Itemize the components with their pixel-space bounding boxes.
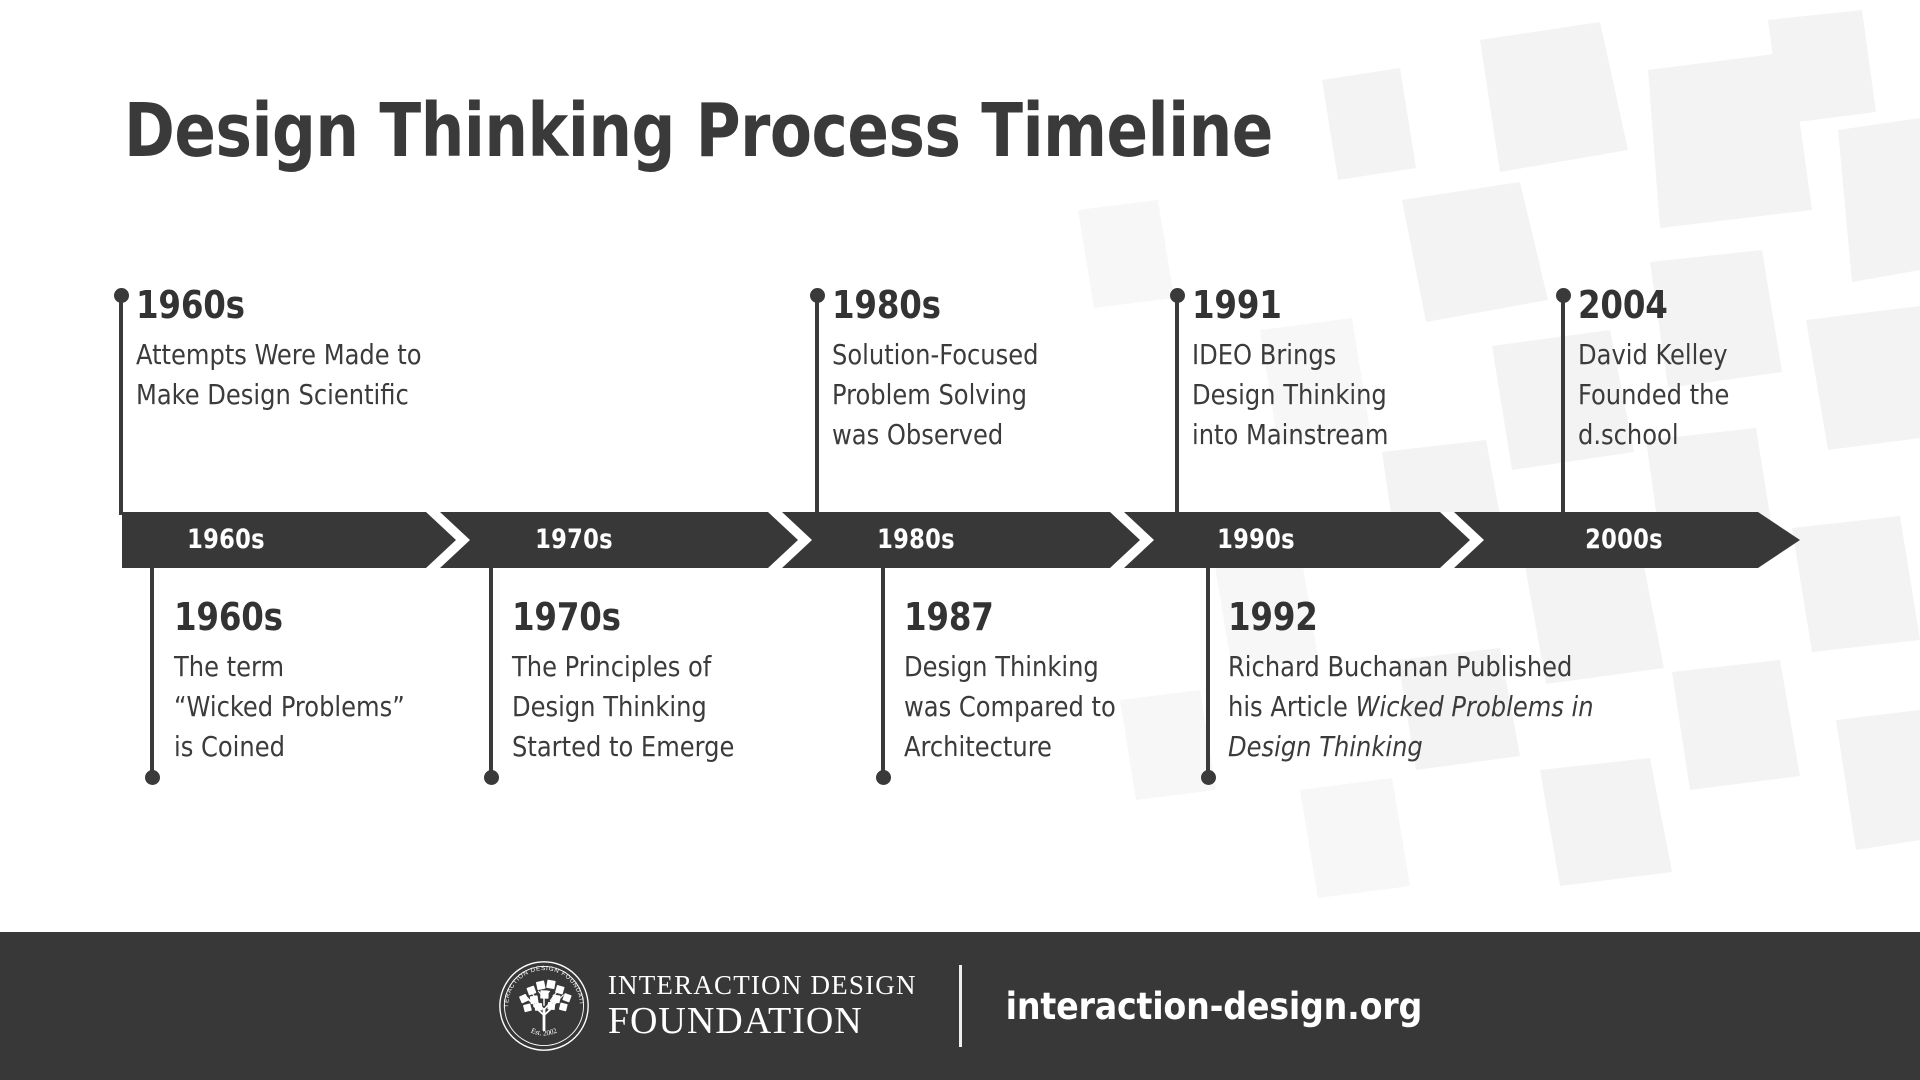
timeline-event-above-2004: 2004 David Kelley Founded the d.school [1578,286,1858,454]
timeline-event-below-1970s: 1970s The Principles of Design Thinking … [512,598,852,766]
infographic-canvas: Design Thinking Process Timeline 1960s 1… [0,0,1920,1080]
event-description-line: is Coined [174,729,285,763]
footer-website-url[interactable]: interaction-design.org [1006,985,1423,1028]
event-description-line: Attempts Were Made to [136,338,422,371]
connector-dot-below-1 [145,770,160,785]
event-description: Solution-Focused Problem Solving was Obs… [832,335,1120,454]
timeline-event-above-1960s: 1960s Attempts Were Made to Make Design … [136,286,496,415]
timeline-segment-1980s[interactable]: 1980s [819,512,1012,568]
timeline-event-below-1960s: 1960s The term “Wicked Problems” is Coin… [174,598,494,766]
event-description-text: his Article [1228,689,1356,723]
page-title: Design Thinking Process Timeline [124,88,1273,174]
connector-line-above-1 [119,295,123,515]
connector-line-below-1 [150,566,154,777]
event-article-title: Wicked Problems in [1355,689,1594,723]
timeline-segment-1990s[interactable]: 1990s [1159,512,1352,568]
timeline-event-above-1980s: 1980s Solution-Focused Problem Solving w… [832,286,1132,454]
event-description-line: Design Thinking [1192,377,1387,411]
event-article-title-cont: Design Thinking [1228,729,1423,763]
timeline-segment-2000s[interactable]: 2000s [1527,512,1720,568]
event-description-line: Design Thinking [1228,727,1689,767]
segment-label-text: 1980s [877,524,955,555]
event-description: Attempts Were Made to Make Design Scient… [136,335,482,415]
interaction-design-foundation-seal-logo: INTERACTION DESIGN FOUNDATION Est. 2002 [498,960,589,1051]
wordmark-line-2: FOUNDATION [607,1000,863,1042]
event-description-line: his Article Wicked Problems in [1228,687,1689,727]
event-year: 2004 [1578,283,1668,327]
event-description-line: Problem Solving [832,377,1028,411]
event-description-line: Richard Buchanan Published [1228,650,1573,683]
event-description-line: Architecture [904,729,1052,763]
event-description-line: Started to Emerge [512,729,735,763]
connector-line-above-4 [1561,295,1565,515]
connector-line-below-3 [881,566,885,777]
event-description-line: was Observed [832,417,1004,451]
event-year: 1960s [174,595,283,639]
event-description-line: “Wicked Problems” [174,689,405,723]
segment-label-text: 2000s [1585,524,1663,555]
footer-bar: INTERACTION DESIGN FOUNDATION Est. 2002 [0,932,1920,1080]
event-description-line: was Compared to [904,689,1116,723]
event-description-line: into Mainstream [1192,417,1389,451]
event-description: The Principles of Design Thinking Starte… [512,647,838,766]
event-description-line: Design Thinking [904,650,1099,683]
foundation-wordmark: INTERACTION DESIGN FOUNDATION [607,970,917,1042]
timeline-segment-1960s[interactable]: 1960s [129,512,322,568]
event-year: 1980s [832,283,941,327]
segment-label-text: 1970s [535,524,613,555]
event-year: 1992 [1228,595,1318,639]
event-description: Design Thinking was Compared to Architec… [904,647,1192,766]
event-description: David Kelley Founded the d.school [1578,335,1847,454]
wordmark-line-1: INTERACTION DESIGN [607,970,917,1000]
event-description: Richard Buchanan Published his Article W… [1228,647,1689,766]
timeline-segment-1970s[interactable]: 1970s [477,512,670,568]
connector-line-below-4 [1206,566,1210,777]
connector-dot-below-4 [1201,770,1216,785]
event-description-line: Founded the [1578,377,1730,411]
connector-dot-below-2 [484,770,499,785]
segment-label-text: 1960s [187,524,265,555]
timeline-event-above-1991: 1991 IDEO Brings Design Thinking into Ma… [1192,286,1472,454]
event-description-line: d.school [1578,417,1679,451]
segment-label-text: 1990s [1217,524,1295,555]
event-year: 1970s [512,595,621,639]
event-description-line: IDEO Brings [1192,338,1337,371]
event-description: IDEO Brings Design Thinking into Mainstr… [1192,335,1461,454]
event-description-line: The Principles of [512,650,712,683]
connector-dot-below-3 [876,770,891,785]
event-year: 1987 [904,595,994,639]
connector-line-above-2 [815,295,819,515]
footer-divider [958,965,962,1047]
event-description-line: David Kelley [1578,338,1728,371]
event-description-line: Design Thinking [512,689,707,723]
event-description: The term “Wicked Problems” is Coined [174,647,481,766]
event-year: 1960s [136,283,245,327]
event-year: 1991 [1192,283,1282,327]
event-description-line: Solution-Focused [832,338,1039,371]
timeline-event-below-1987: 1987 Design Thinking was Compared to Arc… [904,598,1204,766]
event-description-line: Make Design Scientific [136,377,409,411]
connector-line-above-3 [1175,295,1179,515]
event-description-line: The term [174,650,285,683]
timeline-event-below-1992: 1992 Richard Buchanan Published his Arti… [1228,598,1708,766]
